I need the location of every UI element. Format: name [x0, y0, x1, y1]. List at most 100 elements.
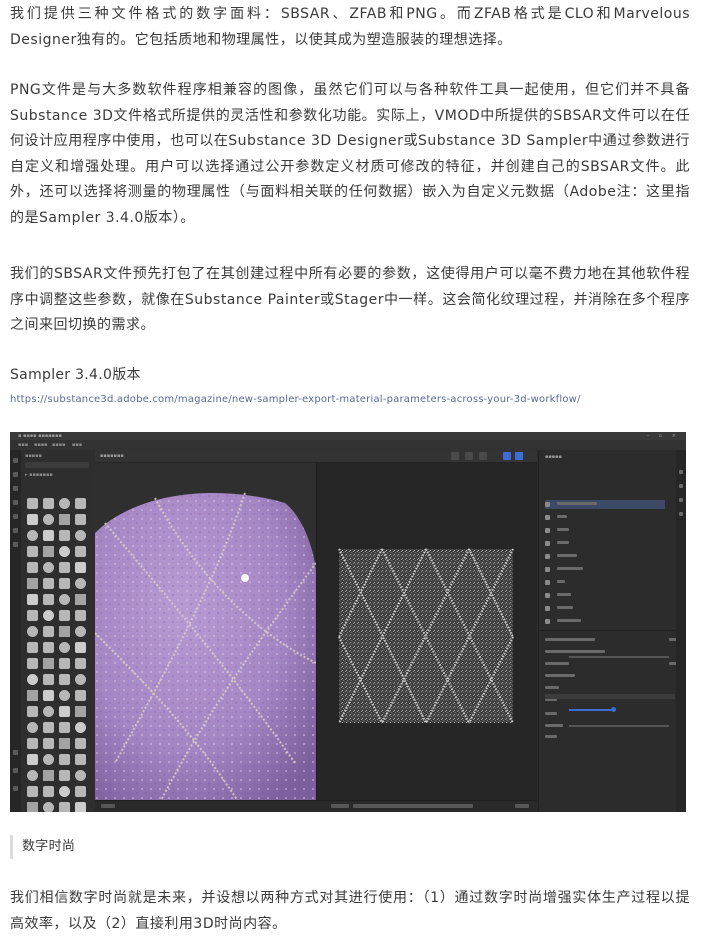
- asset-thumbnail-icon: [27, 594, 38, 605]
- tool-icon: [679, 470, 683, 474]
- asset-thumbnail-icon: [27, 546, 38, 557]
- menu-glyph: ▪▪▪▪: [34, 442, 48, 448]
- asset-grid: [27, 498, 88, 812]
- prop-dropdown: [545, 694, 675, 699]
- tool-icon: [13, 500, 18, 505]
- app-title-glyph: ▪ ▪▪▪▪ ▪▪▪▪▪▪▪: [18, 433, 62, 439]
- tool-icon: [679, 484, 683, 488]
- asset-thumbnail-icon: [75, 578, 86, 589]
- layer-label-glyph: [557, 619, 581, 622]
- asset-thumbnail-icon: [75, 514, 86, 525]
- layers-properties-panel: ▪▪▪▪▪: [538, 450, 686, 812]
- status-glyph: [515, 804, 529, 808]
- view-toggle-icon: [515, 452, 523, 460]
- tool-icon: [13, 786, 18, 791]
- asset-thumbnail-icon: [59, 562, 70, 573]
- layer-icon: [545, 619, 550, 624]
- slider-knob-icon: [611, 707, 616, 712]
- asset-thumbnail-icon: [59, 514, 70, 525]
- prop-label-glyph: [545, 724, 563, 727]
- asset-thumbnail-icon: [75, 498, 86, 509]
- asset-thumbnail-icon: [75, 754, 86, 765]
- window-controls-icon: – ▫ ×: [646, 433, 680, 439]
- tool-icon: [13, 472, 18, 477]
- asset-thumbnail-icon: [59, 626, 70, 637]
- layer-label-glyph: [557, 606, 573, 609]
- assets-header-glyph: ▪▪▪▪▪: [25, 453, 42, 459]
- asset-thumbnail-icon: [27, 530, 38, 541]
- layer-icon: [545, 567, 550, 572]
- assets-category-glyph: ▸ ▪▪▪▪▪▪▪: [25, 472, 53, 478]
- sbsar-paragraph: 我们的SBSAR文件预先打包了在其创建过程中所有必要的参数，这使得用户可以毫不费…: [10, 266, 690, 333]
- layer-item: [545, 539, 665, 548]
- asset-thumbnail-icon: [43, 514, 54, 525]
- asset-thumbnail-icon: [75, 594, 86, 605]
- asset-thumbnail-icon: [75, 626, 86, 637]
- asset-thumbnail-icon: [59, 706, 70, 717]
- menu-glyph: ▪▪▪: [72, 442, 83, 448]
- asset-thumbnail-icon: [27, 642, 38, 653]
- prop-label-glyph: [545, 712, 557, 715]
- asset-thumbnail-icon: [27, 802, 38, 812]
- status-glyph: [331, 804, 349, 808]
- asset-thumbnail-icon: [75, 674, 86, 685]
- asset-thumbnail-icon: [43, 498, 54, 509]
- tool-icon: [13, 514, 18, 519]
- asset-thumbnail-icon: [59, 722, 70, 733]
- right-tool-strip: [676, 450, 686, 812]
- asset-thumbnail-icon: [43, 610, 54, 621]
- layer-icon: [545, 528, 550, 533]
- layer-icon: [545, 541, 550, 546]
- asset-thumbnail-icon: [75, 530, 86, 541]
- layer-item-selected: [545, 500, 665, 509]
- status-glyph: [101, 804, 115, 808]
- prop-label-glyph: [545, 662, 569, 665]
- view-toggle-icon: [465, 452, 473, 460]
- asset-thumbnail-icon: [59, 738, 70, 749]
- layer-icon: [545, 593, 550, 598]
- asset-thumbnail-icon: [59, 770, 70, 781]
- app-menubar: ▪▪▪ ▪▪▪▪ ▪▪▪▪ ▪▪▪: [10, 440, 686, 450]
- asset-thumbnail-icon: [43, 578, 54, 589]
- fabric-sphere-render: [95, 492, 316, 812]
- layer-item: [545, 513, 665, 522]
- layer-label-glyph: [557, 502, 597, 505]
- asset-thumbnail-icon: [59, 594, 70, 605]
- tool-icon: [13, 768, 18, 773]
- asset-thumbnail-icon: [75, 610, 86, 621]
- asset-thumbnail-icon: [43, 690, 54, 701]
- asset-thumbnail-icon: [75, 642, 86, 653]
- article-link[interactable]: https://substance3d.adobe.com/magazine/n…: [10, 393, 581, 407]
- asset-thumbnail-icon: [59, 690, 70, 701]
- asset-thumbnail-icon: [43, 530, 54, 541]
- intro-paragraph: 我们提供三种文件格式的数字面料：SBSAR、ZFAB和PNG。而ZFAB格式是C…: [10, 6, 690, 48]
- asset-thumbnail-icon: [75, 770, 86, 781]
- layer-label-glyph: [557, 580, 565, 583]
- viewport-status-bar: [95, 800, 537, 812]
- view-toggle-icon: [479, 452, 487, 460]
- layer-item: [545, 591, 665, 600]
- status-glyph: [353, 804, 473, 808]
- texture-preview: [317, 548, 537, 812]
- closing-paragraph: 我们相信数字时尚就是未来，并设想以两种方式对其进行使用：（1）通过数字时尚增强实…: [10, 890, 690, 932]
- tool-icon: [13, 542, 18, 547]
- asset-thumbnail-icon: [43, 594, 54, 605]
- view-toggle-icon: [503, 452, 511, 460]
- asset-thumbnail-icon: [27, 610, 38, 621]
- asset-thumbnail-icon: [43, 738, 54, 749]
- asset-thumbnail-icon: [43, 754, 54, 765]
- prop-slider: [569, 725, 669, 727]
- tool-icon: [679, 512, 683, 516]
- asset-thumbnail-icon: [59, 674, 70, 685]
- layer-label-glyph: [557, 528, 569, 531]
- prop-label-glyph: [545, 674, 575, 677]
- layer-item: [545, 617, 665, 626]
- asset-thumbnail-icon: [27, 690, 38, 701]
- asset-thumbnail-icon: [59, 786, 70, 797]
- asset-thumbnail-icon: [59, 530, 70, 541]
- layer-label-glyph: [557, 593, 571, 596]
- tool-icon: [13, 528, 18, 533]
- asset-thumbnail-icon: [27, 674, 38, 685]
- asset-thumbnail-icon: [75, 738, 86, 749]
- asset-thumbnail-icon: [43, 658, 54, 669]
